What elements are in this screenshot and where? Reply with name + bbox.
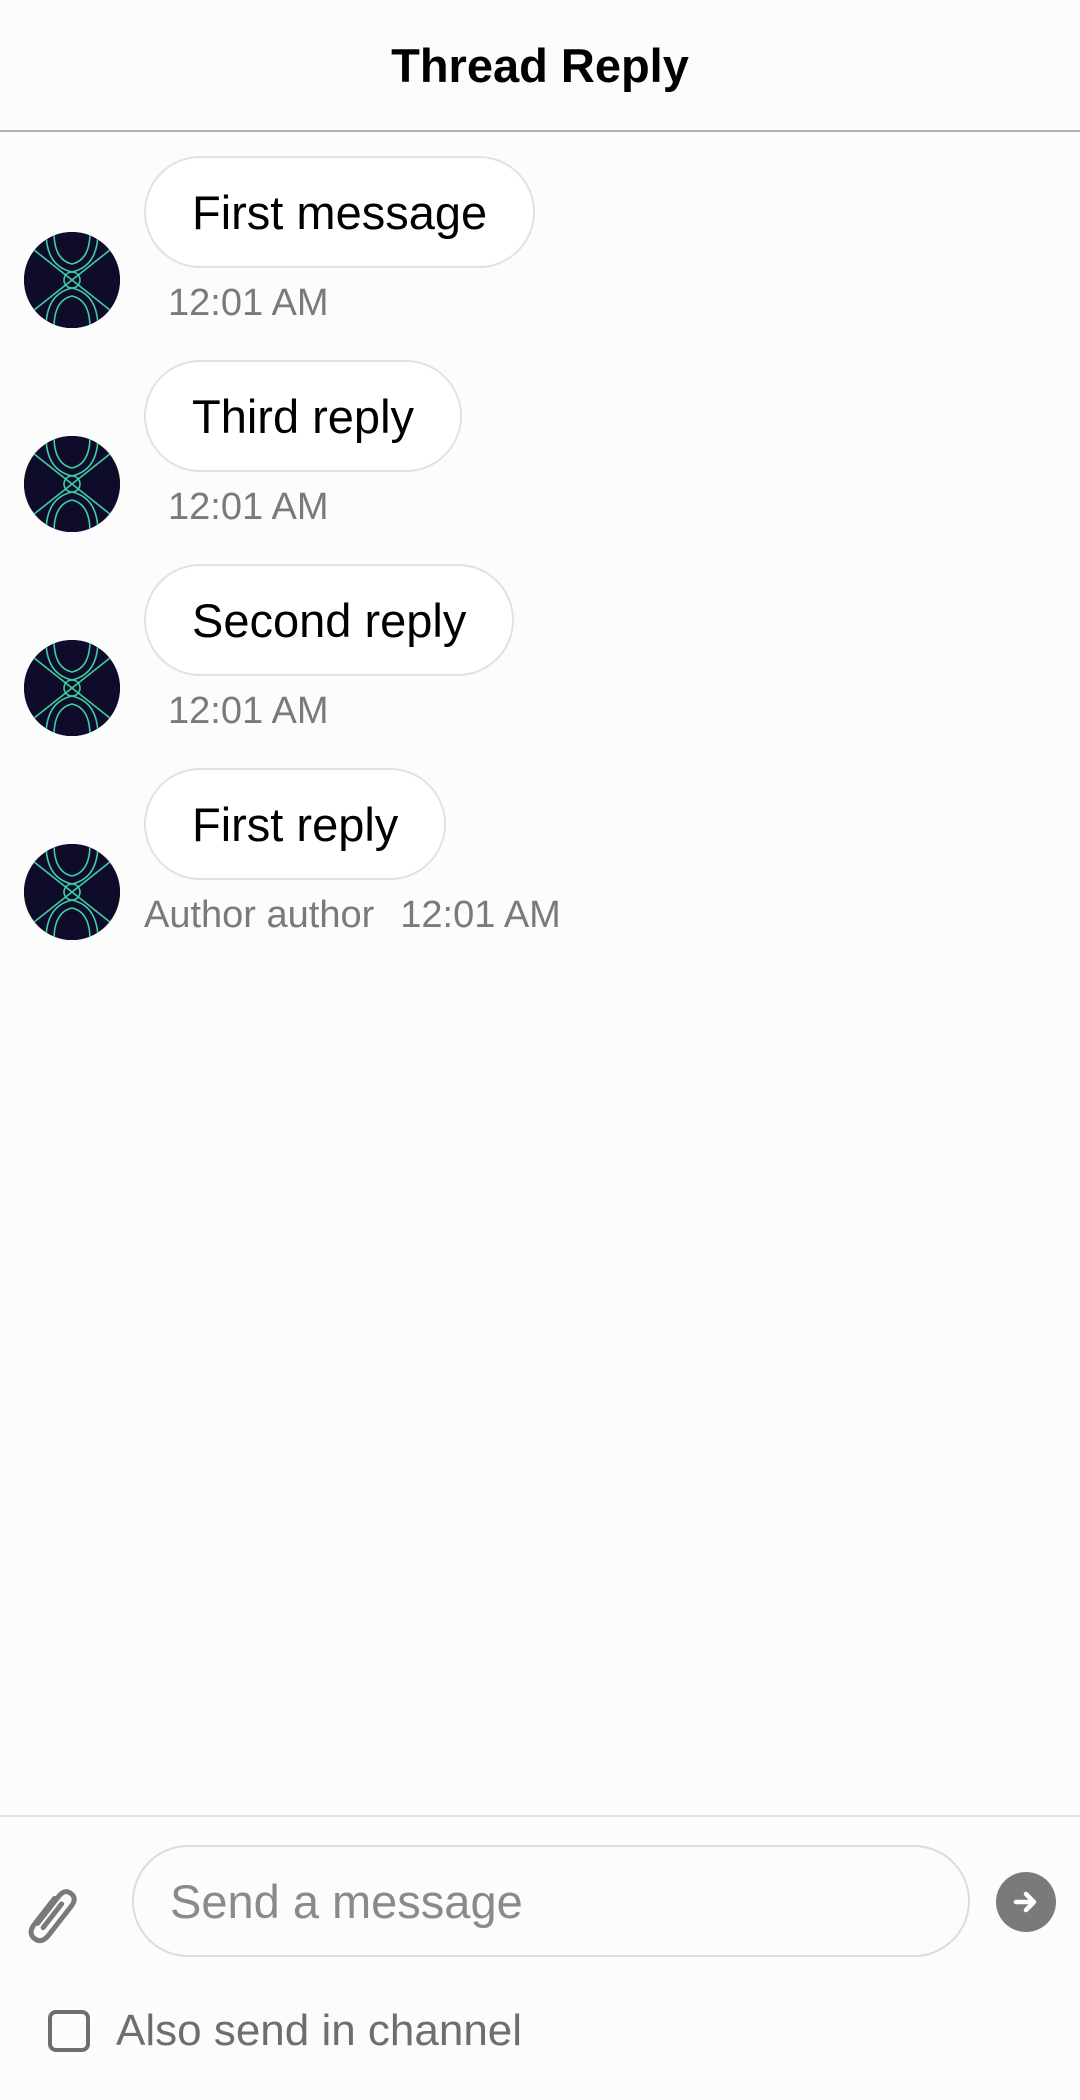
- list-item: Second reply 12:01 AM: [0, 542, 1080, 742]
- paperclip-icon: [28, 1889, 77, 1944]
- avatar[interactable]: [24, 640, 120, 736]
- also-send-in-channel-toggle[interactable]: Also send in channel: [48, 2001, 522, 2061]
- message-timestamp: 12:01 AM: [168, 486, 329, 528]
- message-meta: Author author 12:01 AM: [144, 894, 561, 937]
- avatar-pattern-icon: [24, 232, 120, 328]
- list-item: First message 12:01 AM: [0, 134, 1080, 334]
- message-bubble[interactable]: First reply: [144, 768, 447, 880]
- arrow-right-icon: [1013, 1891, 1037, 1913]
- avatar-pattern-icon: [24, 436, 120, 532]
- avatar[interactable]: [24, 232, 120, 328]
- avatar-pattern-icon: [24, 640, 120, 736]
- also-send-label: Also send in channel: [116, 2006, 523, 2055]
- thread-reply-screen: Thread Reply First message 12:01 AM Thir…: [0, 0, 1080, 2100]
- avatar-pattern-icon: [24, 844, 120, 940]
- message-author: Author author: [144, 894, 375, 936]
- message-bubble[interactable]: Second reply: [144, 564, 515, 676]
- message-list: First message 12:01 AM Third reply 12:01…: [0, 134, 1080, 1814]
- page-title: Thread Reply: [391, 38, 689, 92]
- list-item: First reply Author author 12:01 AM: [0, 746, 1080, 946]
- message-input[interactable]: [132, 1845, 970, 1957]
- list-item: Third reply 12:01 AM: [0, 338, 1080, 538]
- composer: Also send in channel: [0, 1815, 1080, 2100]
- avatar[interactable]: [24, 436, 120, 532]
- message-timestamp: 12:01 AM: [168, 690, 329, 732]
- send-button[interactable]: [996, 1872, 1056, 1932]
- message-timestamp: 12:01 AM: [168, 282, 329, 324]
- attach-button[interactable]: [22, 1879, 84, 1951]
- header: Thread Reply: [0, 0, 1080, 132]
- avatar[interactable]: [24, 844, 120, 940]
- message-timestamp: 12:01 AM: [400, 894, 561, 936]
- message-bubble[interactable]: Third reply: [144, 360, 463, 472]
- also-send-checkbox[interactable]: [48, 2010, 90, 2052]
- message-bubble[interactable]: First message: [144, 156, 536, 268]
